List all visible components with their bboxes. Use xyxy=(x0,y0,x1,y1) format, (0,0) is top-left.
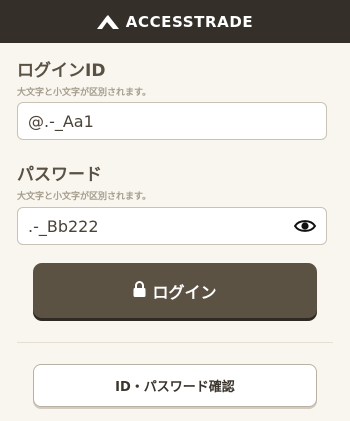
eye-icon[interactable] xyxy=(294,219,316,233)
id-password-confirm-button[interactable]: ID・パスワード確認 xyxy=(33,364,317,407)
password-value: .-_Bb222 xyxy=(28,216,99,236)
password-label: パスワード xyxy=(17,165,102,185)
login-id-value: @.-_Aa1 xyxy=(28,111,94,131)
password-input[interactable]: .-_Bb222 xyxy=(17,207,327,245)
login-button[interactable]: ログイン xyxy=(33,263,317,318)
login-id-input[interactable]: @.-_Aa1 xyxy=(17,102,327,140)
login-id-label: ログインID xyxy=(17,61,106,81)
login-button-label: ログイン xyxy=(152,282,217,302)
brand-name: ACCESSTRADE xyxy=(125,12,254,31)
confirm-button-label: ID・パスワード確認 xyxy=(115,380,235,395)
brand-logo[interactable]: ACCESSTRADE xyxy=(96,12,254,31)
divider xyxy=(17,342,333,343)
app-header: ACCESSTRADE xyxy=(0,0,350,43)
password-hint: 大文字と小文字が区別されます。 xyxy=(17,192,152,202)
mountain-logo-icon xyxy=(96,14,119,29)
lock-icon xyxy=(133,280,146,301)
login-id-hint: 大文字と小文字が区別されます。 xyxy=(17,88,152,98)
